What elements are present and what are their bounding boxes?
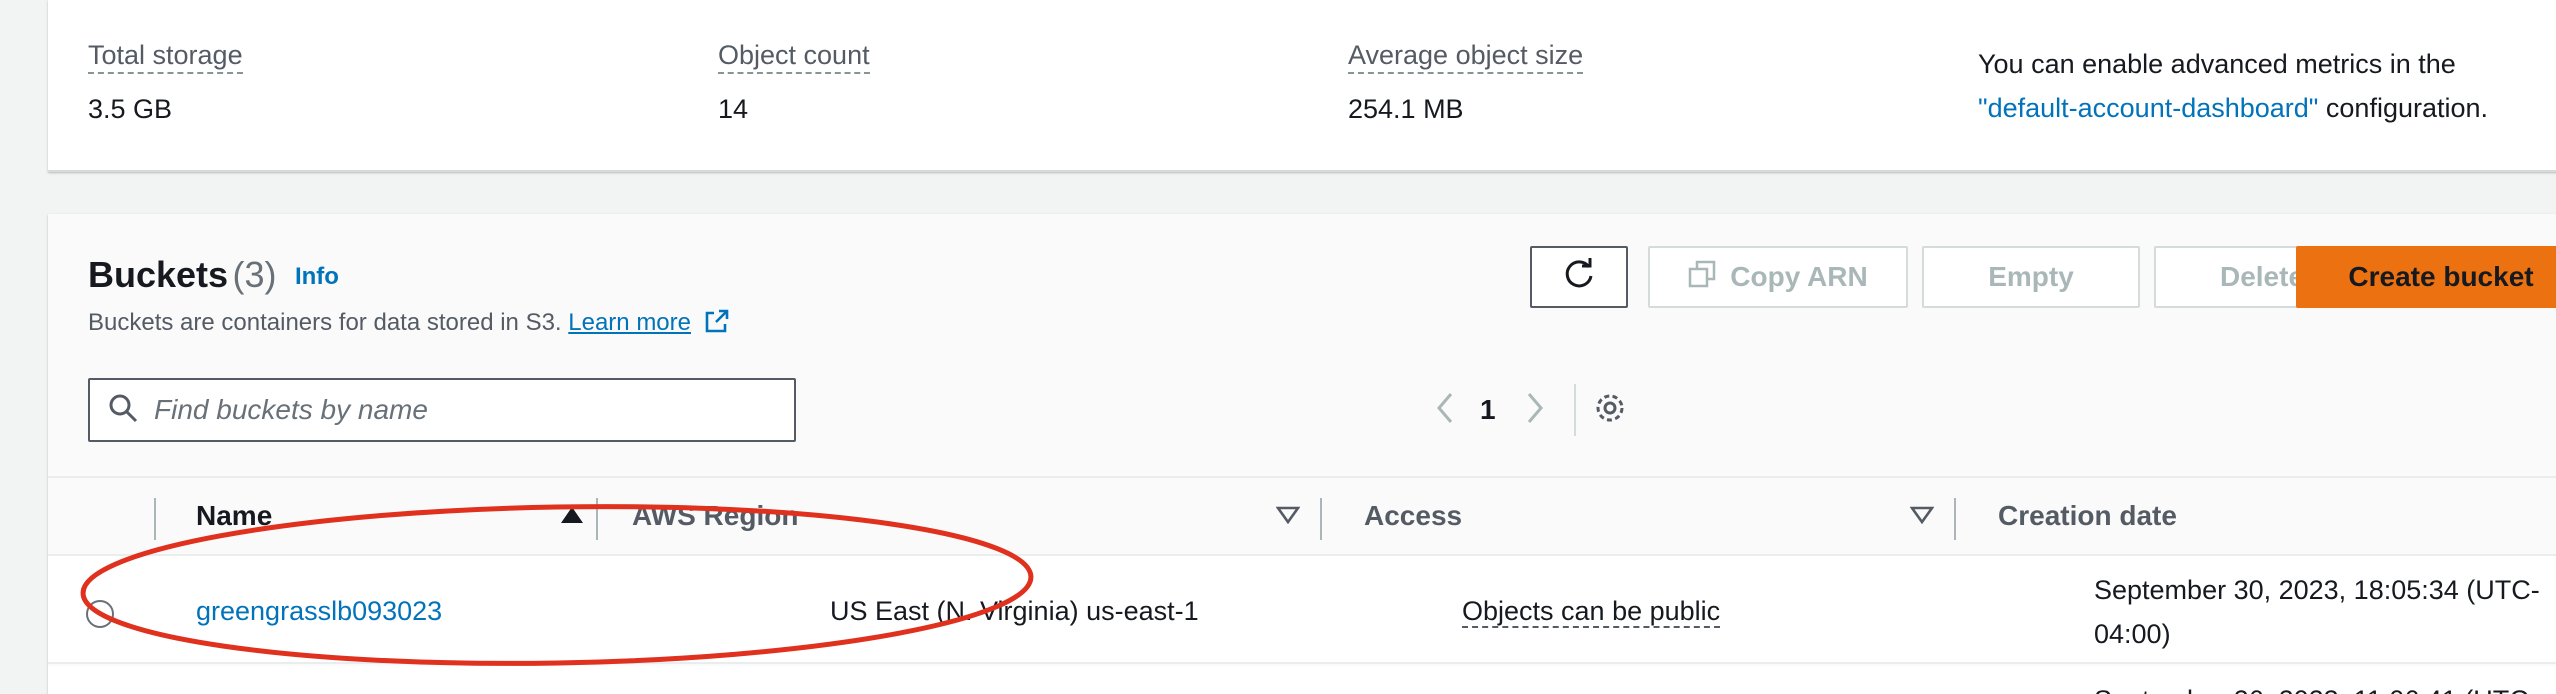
metric-value: 14 xyxy=(718,94,749,124)
empty-button[interactable]: Empty xyxy=(1922,246,2140,308)
bucket-creation-date: September 30, 2023, 18:05:34 (UTC- 04:00… xyxy=(2094,568,2540,656)
access-label: Objects can be public xyxy=(1462,596,1721,628)
column-divider xyxy=(154,498,156,540)
copy-icon xyxy=(1688,260,1716,295)
table-settings-button[interactable] xyxy=(1592,390,1628,430)
column-divider[interactable] xyxy=(1954,498,1956,540)
column-header-region[interactable]: AWS Region xyxy=(632,500,798,532)
chevron-left-icon xyxy=(1434,391,1456,430)
column-divider[interactable] xyxy=(596,498,598,540)
bucket-name-link[interactable]: greengrasslb093023 xyxy=(196,596,442,627)
search-input[interactable] xyxy=(154,394,754,426)
chevron-right-icon xyxy=(1524,391,1546,430)
previous-page-button[interactable] xyxy=(1434,390,1456,430)
bucket-region: US East (N. Virginia) us-east-1 xyxy=(830,596,1199,626)
bucket-creation-date: September 26, 2023, 11:06:41 (UTC- xyxy=(2094,678,2538,694)
bucket-search xyxy=(88,378,796,442)
table-row[interactable]: greengrasslb093023 US East (N. Virginia)… xyxy=(48,556,2556,664)
advanced-metrics-text: You can enable advanced metrics in the xyxy=(1978,49,2456,79)
row-select-radio[interactable] xyxy=(86,600,114,628)
external-link-icon[interactable] xyxy=(704,308,730,341)
buckets-title: Buckets xyxy=(88,254,229,295)
buckets-table-header: Name AWS Region Access Creation date xyxy=(48,476,2556,556)
buckets-count: (3) xyxy=(232,254,277,295)
bucket-access[interactable]: Objects can be public xyxy=(1462,596,1721,628)
pager-divider xyxy=(1574,384,1576,436)
buckets-header: Buckets (3) Info xyxy=(88,254,339,296)
current-page: 1 xyxy=(1480,394,1496,425)
page-number[interactable]: 1 xyxy=(1480,390,1496,430)
metric-value: 3.5 GB xyxy=(88,94,173,124)
metric-label[interactable]: Total storage xyxy=(88,40,243,74)
refresh-icon xyxy=(1562,257,1596,298)
copy-arn-button[interactable]: Copy ARN xyxy=(1648,246,1908,308)
create-bucket-button[interactable]: Create bucket xyxy=(2296,246,2556,308)
storage-summary-panel: Total storage 3.5 GB Object count 14 Ave… xyxy=(48,0,2556,172)
settings-gear-icon xyxy=(1592,390,1628,431)
table-row[interactable]: September 26, 2023, 11:06:41 (UTC- xyxy=(48,666,2556,694)
sort-descending-icon[interactable] xyxy=(1275,506,1301,529)
column-header-name[interactable]: Name xyxy=(196,500,272,532)
metric-label[interactable]: Object count xyxy=(718,40,870,74)
description-text: Buckets are containers for data stored i… xyxy=(88,309,562,336)
column-header-access[interactable]: Access xyxy=(1364,500,1462,532)
date-line: 04:00) xyxy=(2094,619,2171,649)
column-divider[interactable] xyxy=(1320,498,1322,540)
metric-label[interactable]: Average object size xyxy=(1348,40,1584,74)
sort-ascending-icon[interactable] xyxy=(560,506,584,529)
advanced-metrics-suffix: configuration. xyxy=(2325,93,2489,123)
sort-descending-icon[interactable] xyxy=(1909,506,1935,529)
dashboard-config-link[interactable]: "default-account-dashboard" xyxy=(1978,93,2318,123)
info-link[interactable]: Info xyxy=(295,263,339,290)
column-header-creation-date[interactable]: Creation date xyxy=(1998,500,2177,532)
metric-total-storage: Total storage 3.5 GB xyxy=(88,40,243,125)
date-line: September 30, 2023, 18:05:34 (UTC- xyxy=(2094,575,2540,605)
learn-more-link[interactable]: Learn more xyxy=(568,309,691,336)
next-page-button[interactable] xyxy=(1524,390,1546,430)
metric-object-count: Object count 14 xyxy=(718,40,870,125)
buckets-panel: Buckets (3) Info Buckets are containers … xyxy=(48,214,2556,694)
copy-arn-label: Copy ARN xyxy=(1730,261,1868,292)
advanced-metrics-notice: You can enable advanced metrics in the "… xyxy=(1978,42,2488,130)
refresh-button[interactable] xyxy=(1530,246,1628,308)
metric-average-object-size: Average object size 254.1 MB xyxy=(1348,40,1584,125)
s3-buckets-page: Total storage 3.5 GB Object count 14 Ave… xyxy=(0,0,2556,694)
metric-value: 254.1 MB xyxy=(1348,94,1464,124)
search-icon xyxy=(108,393,138,428)
buckets-description: Buckets are containers for data stored i… xyxy=(88,308,730,341)
